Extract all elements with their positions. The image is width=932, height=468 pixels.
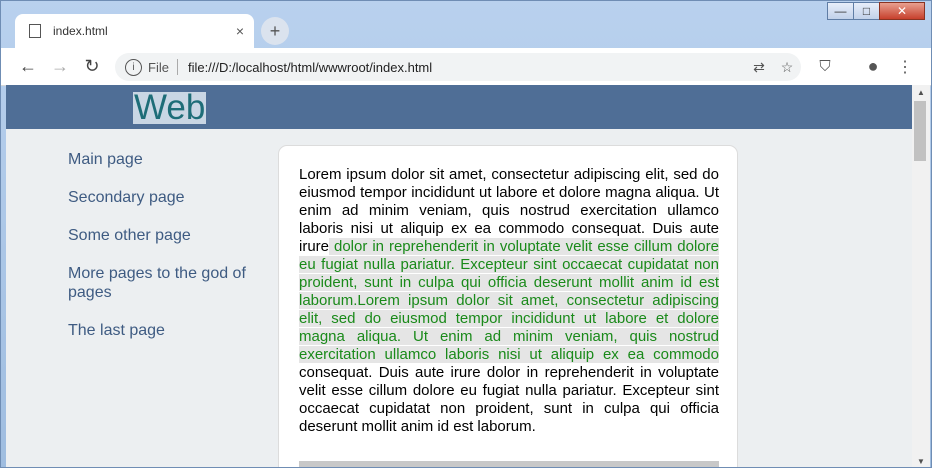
window-controls: — □ ✕ xyxy=(827,2,925,20)
close-tab-icon[interactable]: × xyxy=(236,23,244,39)
nav-link-other[interactable]: Some other page xyxy=(68,226,268,245)
info-icon[interactable]: i xyxy=(125,58,142,76)
browser-toolbar: ← → ↻ i File file:///D:/localhost/html/w… xyxy=(1,48,931,86)
page-viewport: Web Main page Secondary page Some other … xyxy=(6,85,912,467)
content-footer-bar xyxy=(299,461,719,467)
nav-link-secondary[interactable]: Secondary page xyxy=(68,188,268,207)
nav-link-more-pages[interactable]: More pages to the god of pages xyxy=(68,264,268,302)
document-icon xyxy=(29,24,41,38)
scroll-up-icon[interactable]: ▲ xyxy=(912,88,930,97)
tab-title: index.html xyxy=(53,24,108,38)
content-text: Lorem ipsum dolor sit amet, consectetur … xyxy=(299,166,719,436)
translate-icon[interactable]: ⇄ xyxy=(745,59,773,76)
back-icon[interactable]: ← xyxy=(13,48,43,85)
content-card: Lorem ipsum dolor sit amet, consectetur … xyxy=(278,145,738,467)
scrollbar-thumb[interactable] xyxy=(914,101,926,161)
maximize-button[interactable]: □ xyxy=(853,2,880,20)
url-scheme-label: File xyxy=(148,59,169,75)
sidebar-nav: Main page Secondary page Some other page… xyxy=(68,150,268,359)
nav-link-last[interactable]: The last page xyxy=(68,321,268,340)
browser-tab[interactable]: index.html × xyxy=(15,14,254,48)
separator xyxy=(176,59,178,75)
selected-text: dolor in reprehenderit in voluptate veli… xyxy=(299,238,719,363)
url-text[interactable]: file:///D:/localhost/html/wwwroot/index.… xyxy=(188,60,745,75)
close-window-button[interactable]: ✕ xyxy=(879,2,925,20)
shield-icon[interactable]: ⛉ xyxy=(811,48,839,85)
browser-window: — □ ✕ index.html × + ← → ↻ i File file:/… xyxy=(0,0,932,468)
scroll-down-icon[interactable]: ▼ xyxy=(912,457,930,466)
bookmark-star-icon[interactable]: ☆ xyxy=(773,59,801,76)
forward-icon[interactable]: → xyxy=(45,48,75,85)
vertical-scrollbar[interactable]: ▲ ▼ xyxy=(912,85,930,467)
profile-icon[interactable]: ● xyxy=(859,48,887,85)
text-part-2: consequat. Duis aute irure dolor in repr… xyxy=(299,364,719,435)
address-bar[interactable]: i File file:///D:/localhost/html/wwwroot… xyxy=(115,53,801,81)
nav-link-main[interactable]: Main page xyxy=(68,150,268,169)
site-header: Web xyxy=(6,85,912,129)
site-logo[interactable]: Web xyxy=(133,90,207,125)
new-tab-button[interactable]: + xyxy=(261,17,289,45)
reload-icon[interactable]: ↻ xyxy=(77,48,107,85)
minimize-button[interactable]: — xyxy=(827,2,854,20)
menu-icon[interactable]: ⋮ xyxy=(891,48,919,85)
